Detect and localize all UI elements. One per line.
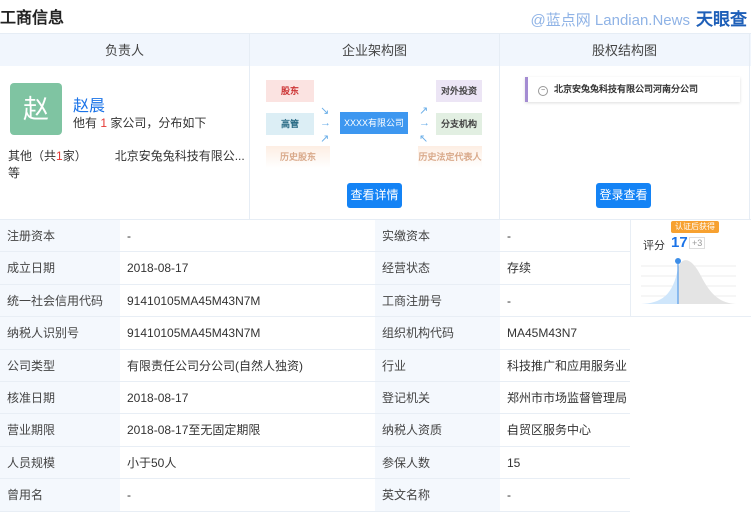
field-label: 实缴资本: [375, 220, 500, 252]
other-label: 家）: [62, 149, 87, 163]
distribution-area: [678, 260, 736, 304]
score-panel: 认证后获得 评分 17 +3: [630, 220, 751, 317]
arrow-icon: ↖: [419, 133, 429, 145]
field-value: 91410105MA45M43N7M: [127, 326, 261, 341]
field-value: 2018-08-17至无固定期限: [127, 423, 261, 438]
watermark-site: @蓝点网 Landian.News: [530, 12, 690, 29]
table-row: 曾用名 - 英文名称 -: [0, 479, 630, 512]
table-row: 纳税人识别号 91410105MA45M43N7M 组织机构代码 MA45M43N7: [0, 317, 630, 350]
header-person: 负责人: [0, 34, 250, 66]
hist-rep-box: 历史法定代表人: [418, 146, 482, 168]
field-label: 成立日期: [0, 252, 120, 284]
person-info: 他有 1 家公司，分布如下: [73, 114, 206, 131]
equity-panel: − 北京安兔兔科技有限公司河南分公司 登录查看: [500, 66, 750, 219]
other-count: 1: [56, 149, 63, 163]
person-name-link[interactable]: 赵晨: [73, 92, 105, 116]
score-distribution-chart: [641, 258, 736, 304]
score-plus: +3: [689, 237, 706, 249]
arrow-icon: ↘: [320, 105, 330, 117]
field-label: 工商注册号: [375, 284, 500, 317]
arrow-icon: ↗: [320, 133, 330, 145]
field-value: 小于50人: [127, 455, 177, 470]
field-value: 有限责任公司分公司(自然人独资): [127, 358, 303, 373]
shareholder-box: 股东: [266, 80, 314, 102]
table-row: 注册资本 - 实缴资本 -: [0, 220, 630, 253]
other-companies: 其他（共1家） 北京安兔兔科技有限公...等: [8, 147, 249, 181]
person-panel: 赵 赵晨 他有 1 家公司，分布如下 其他（共1家） 北京安兔兔科技有限公...等: [0, 66, 250, 219]
arrow-icon: ↗: [419, 105, 429, 117]
view-details-button[interactable]: 查看详情: [347, 183, 402, 208]
field-value: 15: [507, 455, 521, 470]
hist-shareholder-box: 历史股东: [266, 146, 330, 168]
field-label: 统一社会信用代码: [0, 284, 120, 317]
field-label: 公司类型: [0, 349, 120, 381]
field-value: -: [507, 423, 511, 438]
field-value: 科技推广和应用服务业: [507, 358, 628, 373]
field-value: 2018-08-17: [127, 261, 189, 276]
header-equity: 股权结构图: [500, 34, 750, 66]
login-view-button[interactable]: 登录查看: [596, 183, 651, 208]
table-row: 人员规模 小于50人 参保人数 15: [0, 446, 630, 480]
field-label: 人员规模: [0, 446, 120, 479]
field-label: 营业期限: [0, 414, 120, 446]
field-value: 91410105MA45M43N7M: [127, 293, 261, 308]
field-label: 注册资本: [0, 220, 120, 252]
info-text: 他有: [73, 116, 101, 130]
arrow-icon: →: [320, 117, 331, 129]
field-label: 核准日期: [0, 381, 120, 414]
field-label: 参保人数: [375, 446, 500, 479]
collapse-icon[interactable]: −: [538, 86, 548, 96]
investment-box: 对外投资: [436, 80, 482, 102]
field-label: 纳税人识别号: [0, 317, 120, 349]
score-label: 评分: [643, 240, 665, 252]
info-text: 家公司，分布如下: [107, 116, 207, 130]
field-label: 经营状态: [375, 252, 500, 284]
score-value: 17: [671, 234, 688, 251]
info-table: 注册资本 - 实缴资本 - 成立日期 2018-08-17 经营状态 存续 统一社会信用代码 91…: [0, 220, 630, 512]
equity-company[interactable]: − 北京安兔兔科技有限公司河南分公司: [525, 77, 740, 102]
field-value: MA45M43N7: [507, 326, 578, 341]
field-label: 组织机构代码: [375, 317, 500, 349]
executive-box: 高管: [266, 113, 314, 135]
score-marker-icon: [675, 258, 681, 264]
field-label: 行业: [375, 349, 500, 381]
equity-company-name: 北京安兔兔科技有限公司河南分公司: [554, 84, 699, 94]
branch-box: 分支机构: [436, 113, 482, 135]
table-row: 营业期限 2018-08-17至无固定期限 纳税人资质 -: [0, 414, 630, 447]
arrow-icon: →: [419, 117, 430, 129]
field-value: 2018-08-17: [127, 390, 189, 405]
table-row: 核准日期 2018-08-17 登记机关 郑州市市场监督管理局自贸区服务中心: [0, 381, 630, 437]
header-structure: 企业架构图: [250, 34, 500, 66]
table-row: 统一社会信用代码 91410105MA45M43N7M 工商注册号 -: [0, 284, 630, 318]
section-title: 工商信息: [0, 10, 65, 27]
watermark: @蓝点网 Landian.News 天眼查: [531, 5, 747, 30]
field-label: 登记机关: [375, 381, 500, 414]
field-value: -: [507, 293, 511, 308]
avatar: 赵: [10, 83, 62, 135]
field-value: 郑州市市场监督管理局自贸区服务中心: [507, 390, 628, 437]
field-label: 纳税人资质: [375, 414, 500, 446]
score-badge: 认证后获得: [671, 221, 719, 233]
brand-logo: 天眼查: [696, 10, 747, 29]
field-value: 存续: [507, 261, 532, 276]
column-headers: 负责人 企业架构图 股权结构图: [0, 33, 751, 66]
field-value: -: [127, 229, 131, 243]
table-row: 公司类型 有限责任公司分公司(自然人独资) 行业 科技推广和应用服务业: [0, 349, 630, 382]
field-value: -: [507, 229, 511, 243]
other-label: 其他（共: [8, 149, 57, 163]
table-row: 成立日期 2018-08-17 经营状态 存续: [0, 252, 630, 285]
structure-panel: 股东 高管 历史股东 ↘ → ↗ XXXX有限公司 ↗ → ↖ 对外投资 分支机…: [250, 66, 500, 219]
center-company-box: XXXX有限公司: [340, 112, 408, 134]
